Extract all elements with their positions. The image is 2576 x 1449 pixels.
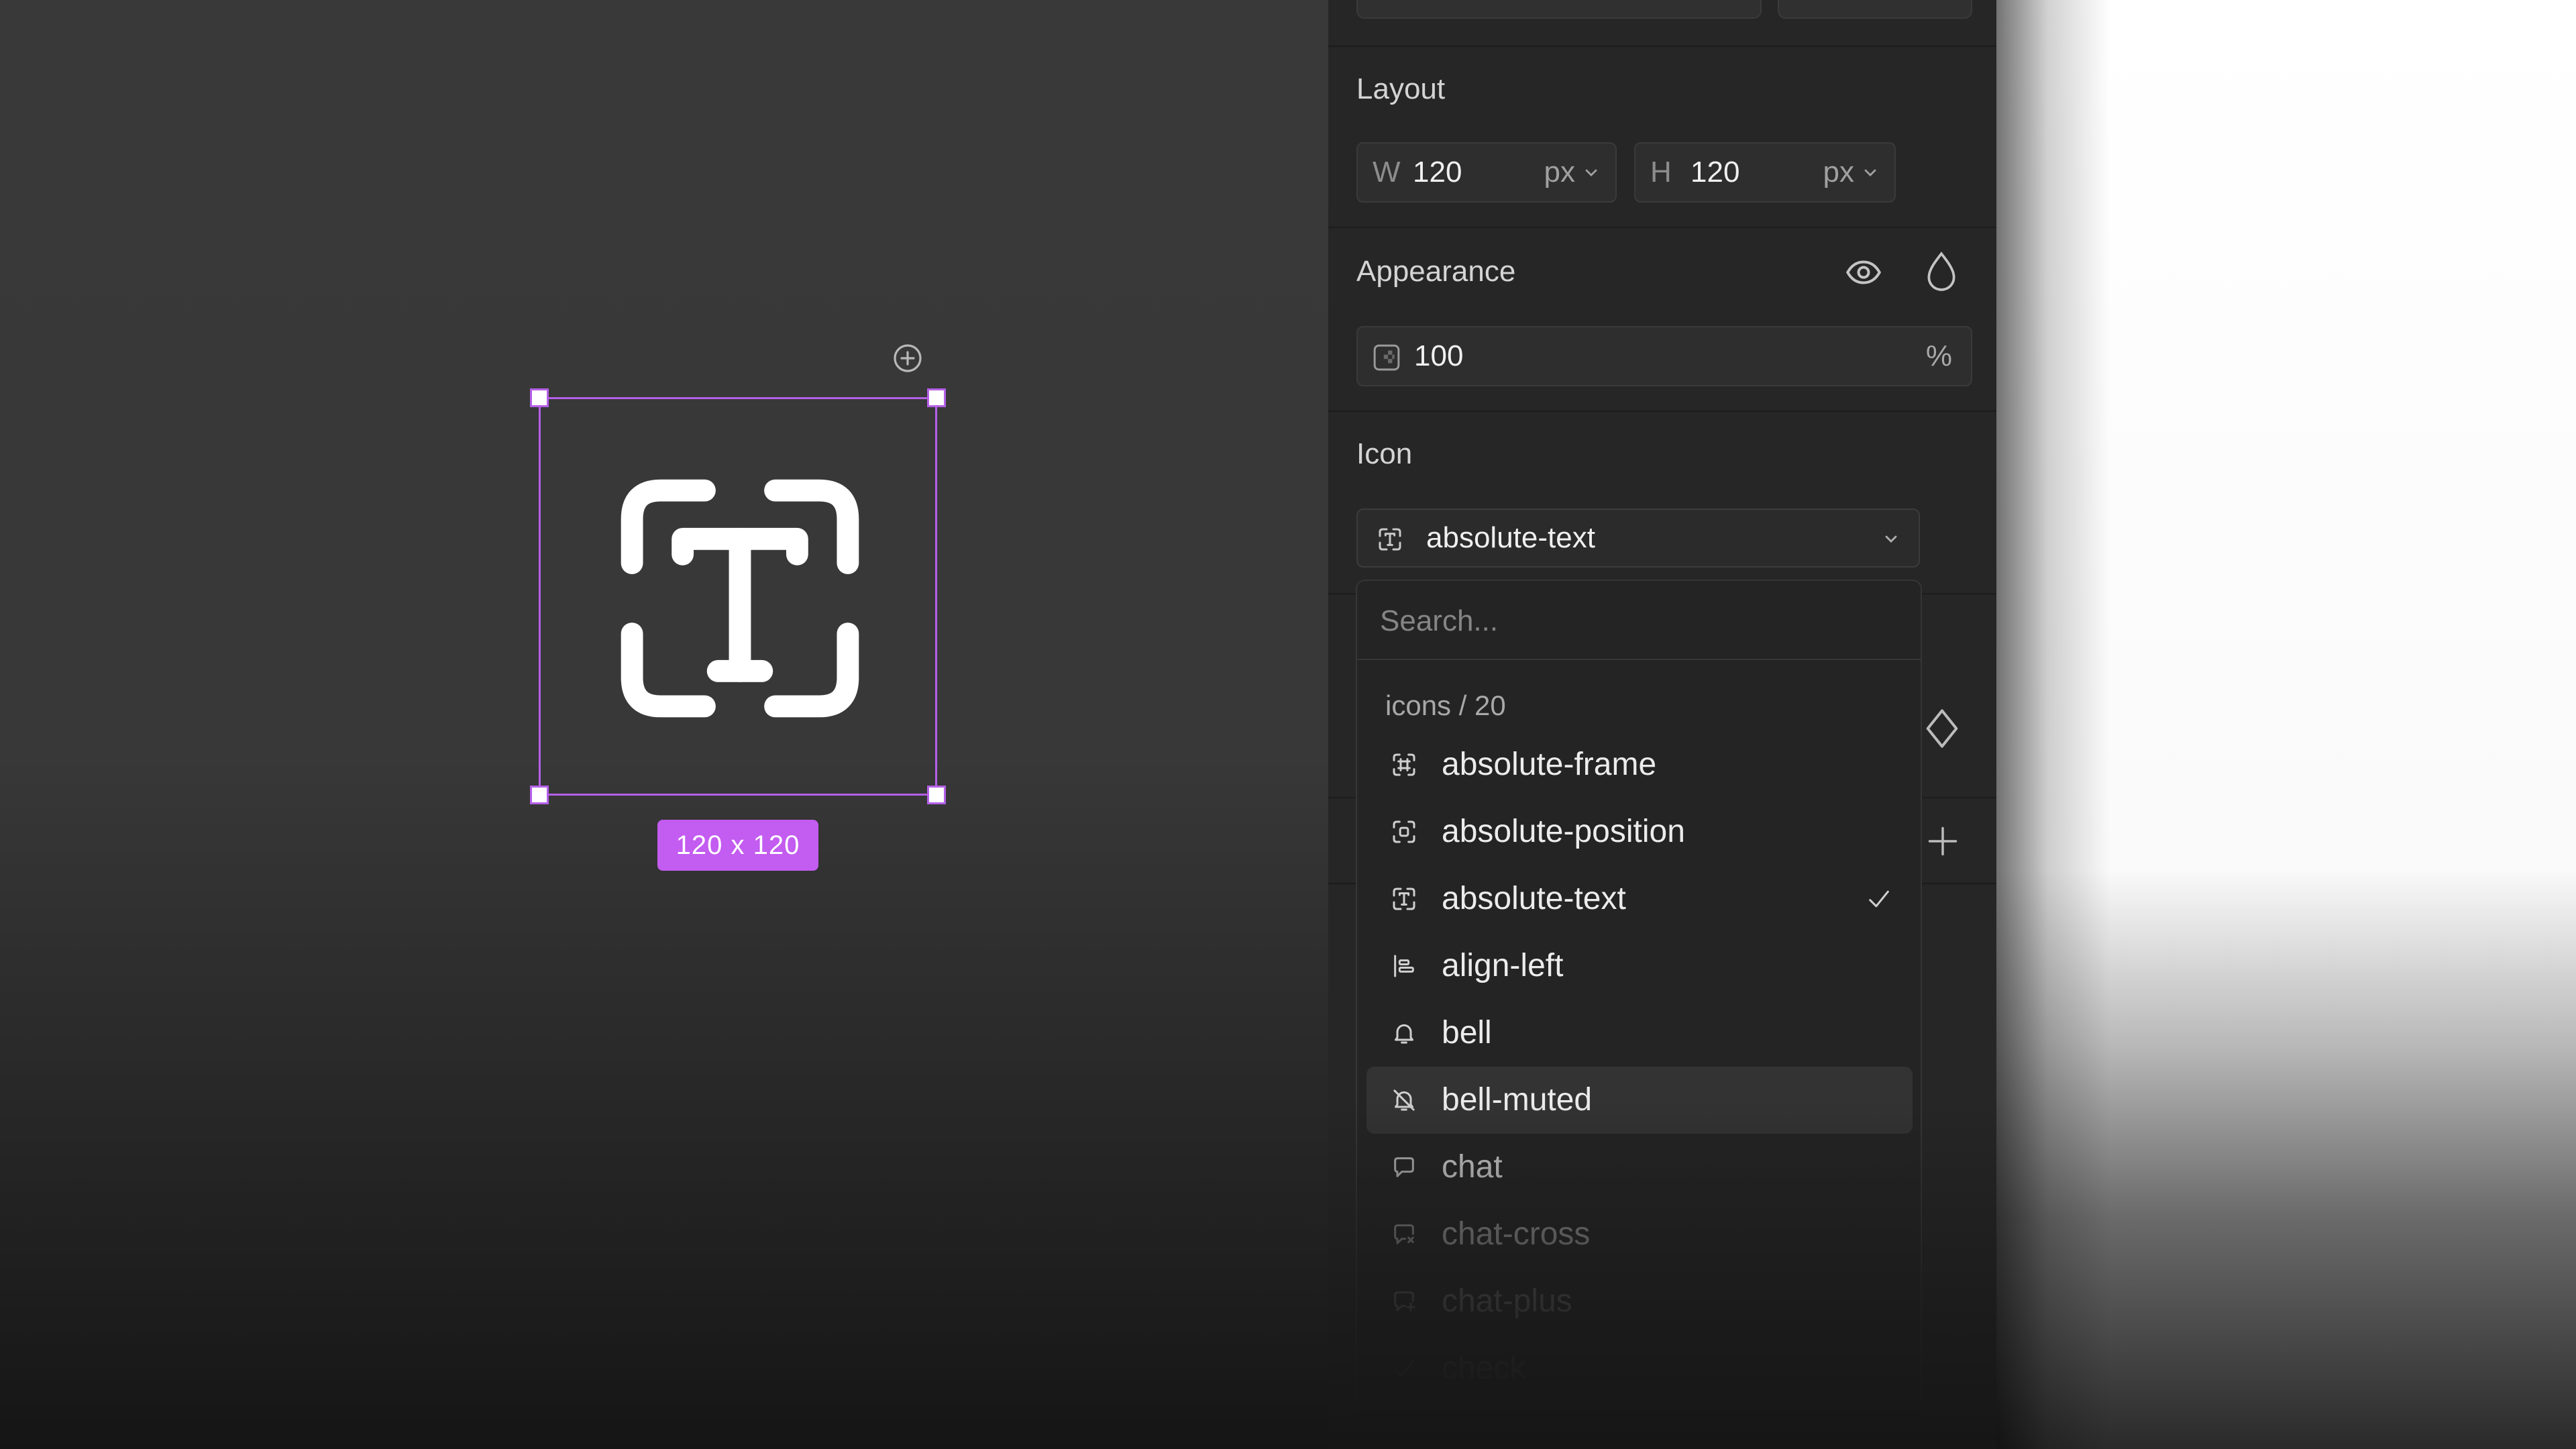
diamond-icon[interactable]	[1924, 707, 1960, 750]
align-left-icon	[1394, 955, 1414, 977]
chevron-down-icon[interactable]	[1864, 168, 1877, 178]
icon-option-label: chat-plus	[1442, 1283, 1572, 1319]
appearance-section-title: Appearance	[1356, 255, 1516, 288]
opacity-field[interactable]: 100 %	[1356, 326, 1972, 386]
bell-icon	[1395, 1024, 1413, 1044]
opacity-value[interactable]: 100	[1414, 327, 1463, 385]
width-value[interactable]: 120	[1413, 144, 1462, 201]
absolute-frame-icon	[1393, 753, 1415, 776]
top-input-field[interactable]	[1356, 0, 1762, 19]
icon-option-chat-cross[interactable]: chat-cross	[1366, 1201, 1913, 1268]
width-prefix: W	[1373, 156, 1401, 189]
height-value[interactable]: 120	[1690, 144, 1739, 201]
chat-plus-icon	[1394, 1291, 1415, 1311]
icon-option-label: bell	[1442, 1015, 1492, 1051]
check-icon	[1394, 1360, 1414, 1377]
background-window	[1996, 0, 2576, 1449]
height-unit[interactable]: px	[1823, 144, 1854, 201]
icon-list: absolute-frame absolute-position absolut…	[1366, 731, 1913, 1402]
width-unit[interactable]: px	[1544, 144, 1575, 201]
resize-handle-bottom-left[interactable]	[530, 786, 549, 804]
icon-select-value: absolute-text	[1426, 521, 1595, 554]
divider	[1328, 46, 1996, 47]
bell-muted-icon	[1393, 1089, 1415, 1111]
divider	[1328, 411, 1996, 412]
width-field[interactable]: W 120 px	[1356, 142, 1617, 203]
icon-option-absolute-position[interactable]: absolute-position	[1366, 798, 1913, 865]
absolute-text-icon	[1393, 888, 1415, 910]
icon-option-label: absolute-text	[1442, 881, 1626, 916]
dimension-badge: 120 x 120	[657, 820, 818, 871]
resize-handle-bottom-right[interactable]	[927, 786, 946, 804]
absolute-text-icon	[1379, 528, 1401, 551]
design-canvas[interactable]: 120 x 120	[0, 0, 1328, 1449]
add-circle-icon[interactable]	[892, 342, 924, 374]
height-field[interactable]: H 120 px	[1634, 142, 1896, 203]
icon-option-label: chat	[1442, 1149, 1503, 1185]
opacity-swatch-icon	[1373, 344, 1400, 371]
plus-icon[interactable]	[1925, 824, 1960, 859]
icon-option-absolute-text[interactable]: absolute-text	[1366, 865, 1913, 932]
absolute-position-icon	[1393, 820, 1415, 843]
icon-section-title: Icon	[1356, 437, 1413, 470]
icon-search-bar	[1357, 581, 1921, 660]
icon-option-absolute-frame[interactable]: absolute-frame	[1366, 731, 1913, 798]
icon-option-bell-muted[interactable]: bell-muted	[1366, 1067, 1913, 1134]
chevron-down-icon[interactable]	[1884, 534, 1898, 545]
chevron-down-icon[interactable]	[1585, 168, 1598, 178]
icon-select[interactable]: absolute-text	[1356, 508, 1920, 568]
icon-picker-dropdown: icons / 20 absolute-frame absolute-posit…	[1356, 580, 1922, 1449]
icon-option-label: check	[1442, 1350, 1526, 1386]
icon-option-align-left[interactable]: align-left	[1366, 932, 1913, 1000]
resize-handle-top-right[interactable]	[927, 388, 946, 407]
resize-handle-top-left[interactable]	[530, 388, 549, 407]
icon-option-label: align-left	[1442, 948, 1564, 983]
selected-icon-frame[interactable]	[530, 388, 946, 804]
chat-icon	[1394, 1157, 1414, 1177]
checkmark-icon	[1869, 890, 1889, 908]
icon-option-chat-plus[interactable]: chat-plus	[1366, 1268, 1913, 1335]
icon-group-label: icons / 20	[1385, 690, 1506, 721]
panel-shadow	[1996, 0, 2110, 1449]
icon-option-chat[interactable]: chat	[1366, 1134, 1913, 1201]
eye-icon[interactable]	[1843, 252, 1884, 292]
top-action-field[interactable]	[1778, 0, 1972, 19]
height-prefix: H	[1650, 156, 1672, 189]
icon-option-label: chat-cross	[1442, 1216, 1591, 1252]
fill-drop-icon[interactable]	[1923, 250, 1960, 294]
icon-search-input[interactable]	[1380, 594, 1890, 648]
chat-cross-icon	[1394, 1224, 1414, 1244]
icon-option-label: bell-muted	[1442, 1082, 1593, 1118]
absolute-text-icon	[621, 479, 859, 718]
icon-option-bell[interactable]: bell	[1366, 1000, 1913, 1067]
icon-option-label: absolute-position	[1442, 814, 1685, 849]
layout-section-title: Layout	[1356, 72, 1446, 105]
divider	[1328, 227, 1996, 228]
opacity-unit: %	[1925, 339, 1952, 372]
icon-option-check[interactable]: check	[1366, 1335, 1913, 1402]
icon-option-label: absolute-frame	[1442, 747, 1657, 782]
